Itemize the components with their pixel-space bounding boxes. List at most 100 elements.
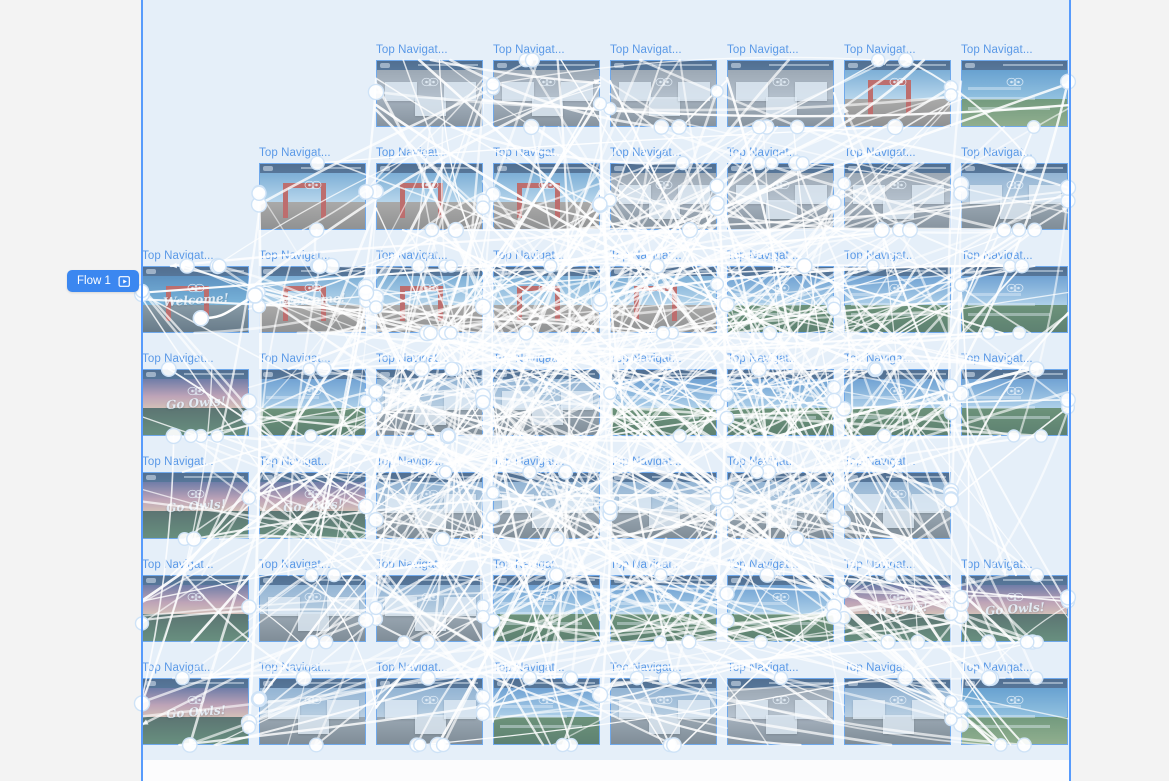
frame-card[interactable]: Top Navigat... Go Owls! xyxy=(259,456,366,539)
frame-label[interactable]: Top Navigat... xyxy=(493,147,565,160)
frame-thumbnail[interactable] xyxy=(961,678,1068,745)
frame-card[interactable]: Top Navigat... xyxy=(610,456,717,539)
frame-card[interactable]: Top Navigat... xyxy=(376,44,483,127)
frame-label[interactable]: Top Navigat... xyxy=(259,353,331,366)
frame-label[interactable]: Top Navigat... xyxy=(376,147,448,160)
frame-thumbnail[interactable] xyxy=(493,60,600,127)
frame-label[interactable]: Top Navigat... xyxy=(142,662,214,675)
frame-label[interactable]: Top Navigat... xyxy=(844,44,916,57)
frame-card[interactable]: Top Navigat... xyxy=(727,147,834,230)
frame-label[interactable]: Top Navigat... xyxy=(961,662,1033,675)
frame-label[interactable]: Top Navigat... xyxy=(961,559,1033,572)
frame-card[interactable]: Top Navigat... xyxy=(844,662,951,745)
frame-card[interactable]: Top Navigat... Welcome! xyxy=(259,250,366,333)
frame-card[interactable]: Top Navigat... xyxy=(844,250,951,333)
frame-thumbnail[interactable] xyxy=(961,163,1068,230)
frame-label[interactable]: Top Navigat... xyxy=(376,353,448,366)
frame-thumbnail[interactable] xyxy=(961,60,1068,127)
frame-card[interactable]: Top Navigat... Welcome! xyxy=(142,250,249,333)
frame-thumbnail[interactable]: Go Owls! xyxy=(142,369,249,436)
frame-thumbnail[interactable] xyxy=(493,163,600,230)
frame-card[interactable]: Top Navigat... xyxy=(727,44,834,127)
frame-thumbnail[interactable]: Go Owls! xyxy=(961,575,1068,642)
frame-label[interactable]: Top Navigat... xyxy=(493,662,565,675)
frame-thumbnail[interactable] xyxy=(844,472,951,539)
frame-label[interactable]: Top Navigat... xyxy=(142,559,214,572)
frame-label[interactable]: Top Navigat... xyxy=(610,147,682,160)
selection-edge-right[interactable] xyxy=(1069,0,1071,781)
frame-card[interactable]: Top Navigat... xyxy=(493,353,600,436)
design-canvas[interactable]: Top Navigat... Top Navigat... Top Navigat.… xyxy=(0,0,1169,781)
frame-card[interactable]: Top Navigat... Go Owls! xyxy=(142,456,249,539)
frame-card[interactable]: Top Navigat... xyxy=(610,250,717,333)
frame-card[interactable]: Top Navigat... xyxy=(610,353,717,436)
frame-card[interactable]: Top Navigat... Go Owls! xyxy=(844,559,951,642)
frame-thumbnail[interactable] xyxy=(376,163,483,230)
frame-card[interactable]: Top Navigat... xyxy=(610,44,717,127)
frame-label[interactable]: Top Navigat... xyxy=(844,662,916,675)
frame-label[interactable]: Top Navigat... xyxy=(493,456,565,469)
frame-thumbnail[interactable] xyxy=(610,472,717,539)
frame-label[interactable]: Top Navigat... xyxy=(844,147,916,160)
frame-label[interactable]: Top Navigat... xyxy=(259,147,331,160)
frame-thumbnail[interactable] xyxy=(727,266,834,333)
frame-label[interactable]: Top Navigat... xyxy=(727,147,799,160)
frame-card[interactable]: Top Navigat... xyxy=(844,456,951,539)
frame-label[interactable]: Top Navigat... xyxy=(493,44,565,57)
frame-thumbnail[interactable]: Welcome! xyxy=(142,266,249,333)
frame-card[interactable]: Top Navigat... xyxy=(493,559,600,642)
frame-card[interactable]: Top Navigat... xyxy=(259,147,366,230)
frame-card[interactable]: Top Navigat... xyxy=(376,559,483,642)
frame-thumbnail[interactable] xyxy=(376,472,483,539)
frame-thumbnail[interactable] xyxy=(259,163,366,230)
frame-thumbnail[interactable] xyxy=(844,369,951,436)
frame-label[interactable]: Top Navigat... xyxy=(610,559,682,572)
frame-thumbnail[interactable] xyxy=(961,266,1068,333)
frame-card[interactable]: Top Navigat... xyxy=(493,662,600,745)
frame-label[interactable]: Top Navigat... xyxy=(259,559,331,572)
frame-thumbnail[interactable] xyxy=(376,60,483,127)
frame-label[interactable]: Top Navigat... xyxy=(844,353,916,366)
frame-thumbnail[interactable]: Go Owls! xyxy=(259,472,366,539)
frame-thumbnail[interactable] xyxy=(844,266,951,333)
frame-card[interactable]: Top Navigat... Go Owls! xyxy=(142,662,249,745)
frame-thumbnail[interactable] xyxy=(727,60,834,127)
frame-card[interactable]: Top Navigat... xyxy=(376,147,483,230)
frame-card[interactable]: Top Navigat... Go Owls! xyxy=(961,559,1068,642)
frame-card[interactable]: Top Navigat... xyxy=(376,662,483,745)
frame-thumbnail[interactable]: Go Owls! xyxy=(844,575,951,642)
frame-thumbnail[interactable] xyxy=(493,678,600,745)
frame-label[interactable]: Top Navigat... xyxy=(376,559,448,572)
frame-card[interactable]: Top Navigat... xyxy=(376,456,483,539)
frame-thumbnail[interactable] xyxy=(376,266,483,333)
frame-thumbnail[interactable] xyxy=(610,163,717,230)
selection-edge-left[interactable] xyxy=(141,0,143,781)
frame-thumbnail[interactable] xyxy=(259,369,366,436)
frame-card[interactable]: Top Navigat... xyxy=(142,559,249,642)
frame-thumbnail[interactable] xyxy=(376,369,483,436)
frame-label[interactable]: Top Navigat... xyxy=(727,559,799,572)
frame-card[interactable]: Top Navigat... xyxy=(610,147,717,230)
frame-card[interactable]: Top Navigat... xyxy=(259,559,366,642)
frame-card[interactable]: Top Navigat... xyxy=(610,662,717,745)
frame-thumbnail[interactable] xyxy=(142,575,249,642)
frame-card[interactable]: Top Navigat... xyxy=(961,44,1068,127)
frame-label[interactable]: Top Navigat... xyxy=(844,456,916,469)
frame-label[interactable]: Top Navigat... xyxy=(259,662,331,675)
frame-thumbnail[interactable] xyxy=(961,369,1068,436)
frame-card[interactable]: Top Navigat... xyxy=(376,353,483,436)
frame-thumbnail[interactable] xyxy=(493,472,600,539)
frame-card[interactable]: Top Navigat... xyxy=(727,353,834,436)
frame-card[interactable]: Top Navigat... xyxy=(844,353,951,436)
frame-label[interactable]: Top Navigat... xyxy=(727,662,799,675)
frame-card[interactable]: Top Navigat... xyxy=(961,250,1068,333)
frame-card[interactable]: Top Navigat... Go Owls! xyxy=(142,353,249,436)
frame-label[interactable]: Top Navigat... xyxy=(610,353,682,366)
frame-thumbnail[interactable] xyxy=(610,60,717,127)
frame-thumbnail[interactable] xyxy=(727,575,834,642)
frame-card[interactable]: Top Navigat... xyxy=(961,147,1068,230)
frame-card[interactable]: Top Navigat... xyxy=(493,147,600,230)
frame-thumbnail[interactable] xyxy=(610,369,717,436)
frame-thumbnail[interactable] xyxy=(844,163,951,230)
frame-thumbnail[interactable]: Welcome! xyxy=(259,266,366,333)
